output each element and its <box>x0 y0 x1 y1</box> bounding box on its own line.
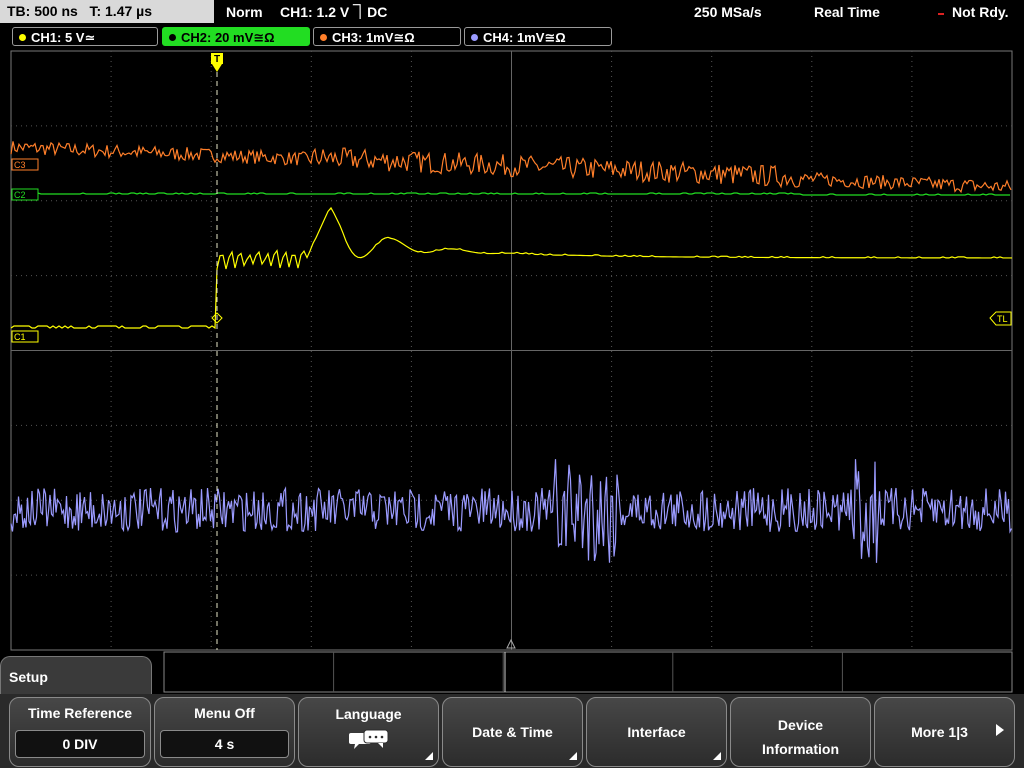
ch2-trace <box>11 192 1010 196</box>
graticule <box>10 50 1013 693</box>
date-time-button[interactable]: Date & Time <box>442 697 583 767</box>
ch1-offset-marker[interactable]: C1 <box>11 330 39 343</box>
svg-text:TL: TL <box>997 314 1008 324</box>
softkey-label: Language <box>335 706 402 722</box>
ch2-offset-marker[interactable]: C2 <box>11 188 39 201</box>
menu-title-tab: Setup <box>0 656 152 696</box>
trigger-level-marker[interactable]: TL <box>989 311 1012 326</box>
overview-strip <box>163 651 1013 693</box>
device-information-button[interactable]: Device Information <box>730 697 871 767</box>
softkey-label: Device Information <box>762 717 839 757</box>
more-button[interactable]: More 1|3 <box>874 697 1015 767</box>
time-reference-value: 0 DIV <box>15 730 145 758</box>
menu-off-button[interactable]: Menu Off 4 s <box>154 697 295 767</box>
svg-text:C1: C1 <box>14 332 26 342</box>
trigger-position-marker[interactable]: T <box>211 53 223 72</box>
waveform-display[interactable]: T C3 C2 C1 TL <box>0 0 1024 768</box>
language-button[interactable]: Language <box>298 697 439 767</box>
arrow-right-icon <box>996 724 1004 736</box>
submenu-indicator-icon <box>569 752 577 760</box>
submenu-indicator-icon <box>713 752 721 760</box>
softkey-label: Interface <box>627 724 686 740</box>
time-reference-button[interactable]: Time Reference 0 DIV <box>9 697 151 767</box>
softkey-label: Time Reference <box>27 705 132 721</box>
speech-bubble-icon <box>349 729 389 749</box>
menu-off-value: 4 s <box>160 730 289 758</box>
interface-button[interactable]: Interface <box>586 697 727 767</box>
softkey-label: Menu Off <box>194 705 255 721</box>
softkey-label: More 1|3 <box>911 724 968 740</box>
svg-text:C2: C2 <box>14 190 26 200</box>
svg-text:C3: C3 <box>14 160 26 170</box>
softkey-label: Date & Time <box>472 724 553 740</box>
menu-title: Setup <box>9 669 48 685</box>
svg-text:T: T <box>214 54 220 65</box>
ch3-offset-marker[interactable]: C3 <box>11 158 39 171</box>
submenu-indicator-icon <box>425 752 433 760</box>
